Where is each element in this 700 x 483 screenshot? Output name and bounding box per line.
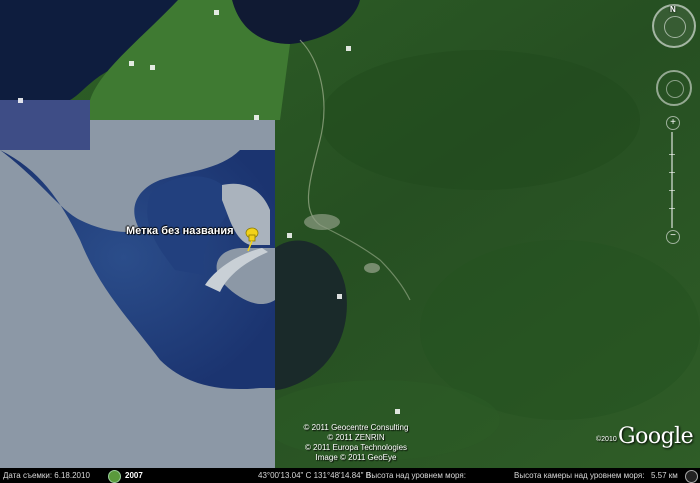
- streaming-status-icon: [685, 470, 698, 483]
- poi-marker: [337, 294, 342, 299]
- poi-marker: [346, 46, 351, 51]
- copyright-line: © 2011 ZENRIN: [327, 433, 385, 442]
- poi-marker: [214, 10, 219, 15]
- north-indicator[interactable]: N: [670, 5, 676, 14]
- zoom-slider-tick: [669, 172, 675, 173]
- logo-year: ©2010: [596, 436, 617, 443]
- poi-marker: [129, 61, 134, 66]
- elevation-label: Высота над уровнем моря:: [366, 471, 466, 480]
- placemark-label[interactable]: Метка без названия: [126, 225, 234, 237]
- pointer-coordinates: 43°00'13.04" С 131°48'14.84" В: [258, 471, 371, 480]
- zoom-slider-handle[interactable]: [669, 190, 675, 191]
- look-joystick-center[interactable]: [666, 80, 684, 98]
- satellite-map-view[interactable]: Метка без названия © 2011 Geocentre Cons…: [0, 0, 700, 483]
- poi-marker: [150, 65, 155, 70]
- logo-text: Google: [618, 424, 694, 449]
- zoom-slider[interactable]: [669, 132, 675, 228]
- compass-center[interactable]: [664, 16, 686, 38]
- yellow-pushpin-icon[interactable]: [241, 226, 263, 252]
- eye-altitude-value: 5.57 км: [651, 471, 678, 480]
- zoom-out-button[interactable]: −: [666, 230, 680, 244]
- zoom-in-button[interactable]: +: [666, 116, 680, 130]
- poi-marker: [254, 115, 259, 120]
- compass-ring[interactable]: N: [652, 4, 696, 48]
- poi-marker: [18, 98, 23, 103]
- eye-altitude-label: Высота камеры над уровнем моря:: [514, 471, 645, 480]
- status-bar: Дата съемки: 6.18.2010 2007 43°00'13.04"…: [0, 468, 700, 483]
- look-joystick[interactable]: [656, 70, 692, 106]
- copyright-line: © 2011 Europa Technologies: [304, 443, 408, 452]
- copyright-line: © 2011 Geocentre Consulting: [303, 423, 409, 432]
- settlement-clearing: [304, 214, 340, 230]
- zoom-slider-tick: [669, 208, 675, 209]
- historical-imagery-icon[interactable]: [108, 470, 121, 483]
- forest-shade: [320, 50, 640, 190]
- clearing: [364, 263, 380, 273]
- imagery-date: Дата съемки: 6.18.2010: [3, 471, 90, 480]
- historical-imagery-year[interactable]: 2007: [125, 468, 143, 483]
- zoom-slider-tick: [669, 154, 675, 155]
- imagery-copyright: © 2011 Geocentre Consulting © 2011 ZENRI…: [278, 423, 434, 463]
- poi-marker: [395, 409, 400, 414]
- western-upper-tile: [0, 100, 90, 150]
- google-logo: ©2010 Google: [596, 424, 696, 450]
- satellite-imagery[interactable]: [0, 0, 700, 468]
- copyright-line: Image © 2011 GeoEye: [315, 453, 397, 462]
- poi-marker: [287, 233, 292, 238]
